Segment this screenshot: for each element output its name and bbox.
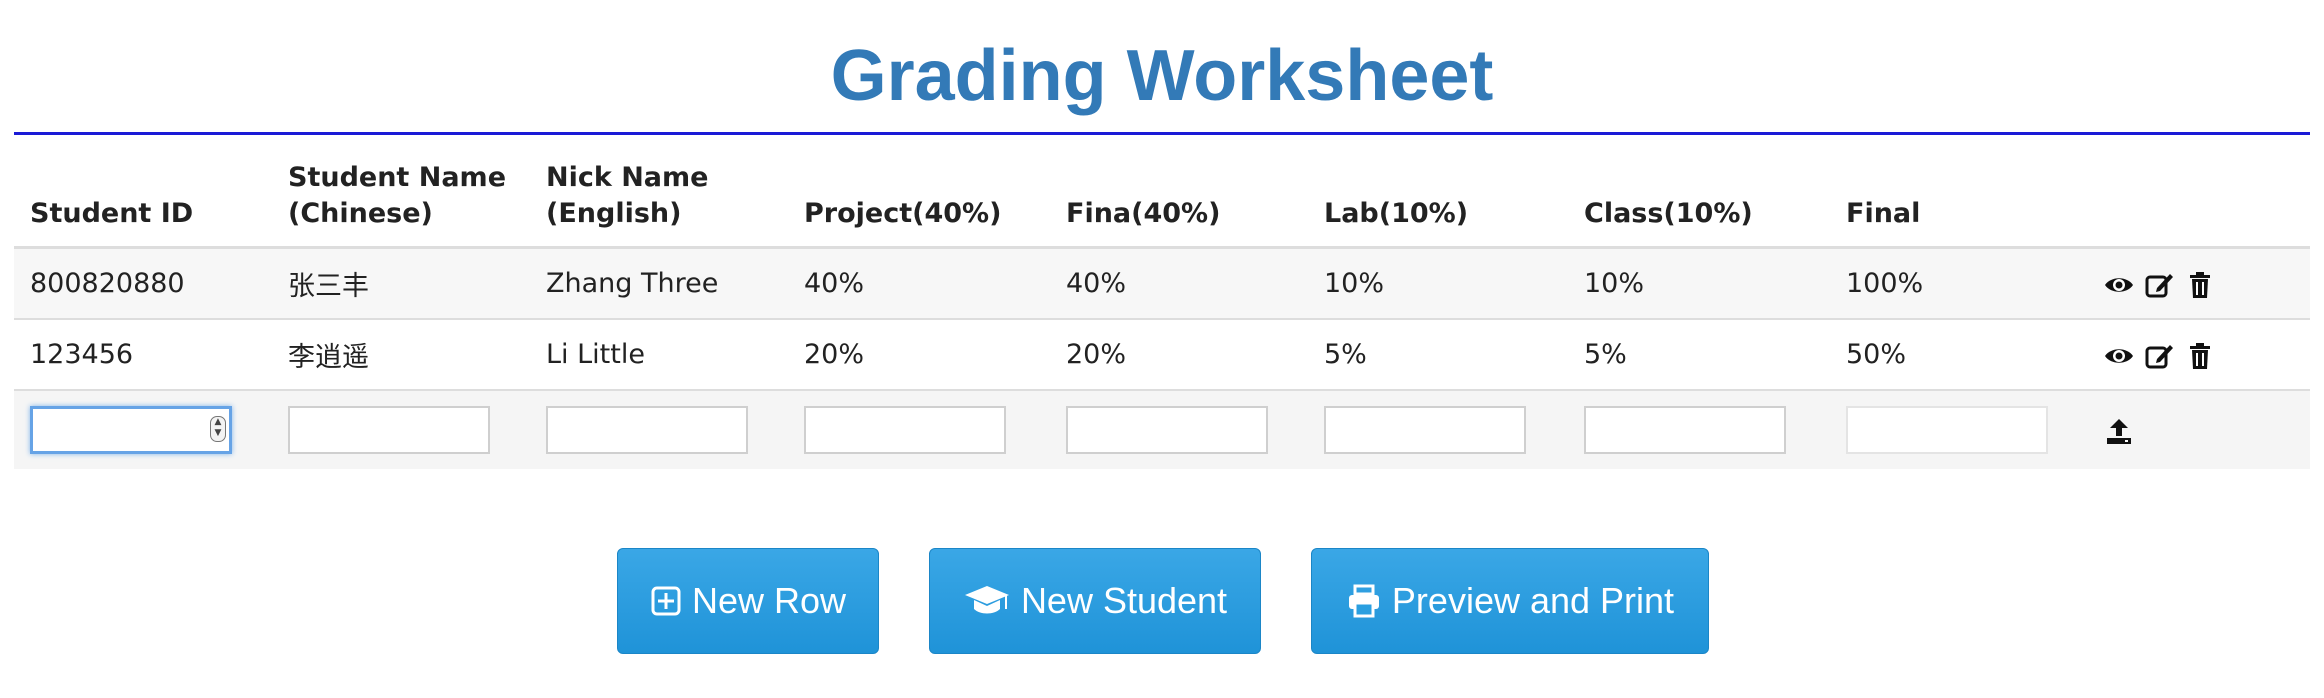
new-final-cell	[1830, 389, 2088, 469]
cell-final: 50%	[1830, 318, 2088, 390]
new-lab-cell	[1308, 389, 1568, 469]
nick-name-input[interactable]	[546, 406, 748, 454]
graduation-cap-icon	[964, 586, 1009, 614]
header-student-name: Student Name (Chinese)	[272, 138, 530, 249]
cell-nick-name: Li Little	[530, 318, 788, 390]
student-id-input-wrap: ▲ ▼	[30, 406, 232, 454]
final-input[interactable]	[1846, 406, 2048, 454]
cell-class: 10%	[1568, 246, 1830, 319]
trash-icon[interactable]	[2185, 342, 2215, 370]
new-final-exam-cell	[1050, 389, 1308, 469]
cell-student-id: 800820880	[14, 246, 272, 319]
new-row-button[interactable]: New Row	[617, 548, 879, 654]
new-class-cell	[1568, 389, 1830, 469]
cell-lab: 10%	[1308, 246, 1568, 319]
table-header-row: Student ID Student Name (Chinese) Nick Na…	[14, 138, 2310, 249]
final-exam-input[interactable]	[1066, 406, 1268, 454]
cell-nick-name: Zhang Three	[530, 246, 788, 319]
cell-final: 100%	[1830, 246, 2088, 319]
page-title: Grading Worksheet	[830, 36, 1494, 116]
project-input[interactable]	[804, 406, 1006, 454]
grades-table: Student ID Student Name (Chinese) Nick Na…	[14, 138, 2310, 469]
new-student-name-cell	[272, 389, 530, 469]
edit-icon[interactable]	[2145, 342, 2175, 370]
header-actions	[2088, 138, 2310, 249]
cell-final-exam: 40%	[1050, 246, 1308, 319]
header-final-exam: Fina(40%)	[1050, 138, 1308, 249]
new-student-label: New Student	[1020, 580, 1228, 621]
row-actions	[2088, 318, 2310, 390]
print-icon	[1348, 584, 1379, 618]
class-input[interactable]	[1584, 406, 1786, 454]
grading-worksheet-page: Grading Worksheet Student ID Student Nam…	[0, 0, 2324, 698]
cell-class: 5%	[1568, 318, 1830, 390]
eye-icon[interactable]	[2104, 342, 2134, 370]
cell-student-name: 李逍遥	[272, 318, 530, 390]
new-project-cell	[788, 389, 1050, 469]
header-lab: Lab(10%)	[1308, 138, 1568, 249]
header-nick-name: Nick Name (English)	[530, 138, 788, 249]
upload-icon[interactable]	[2104, 417, 2134, 445]
header-class: Class(10%)	[1568, 138, 1830, 249]
cell-student-id: 123456	[14, 318, 272, 390]
header-project: Project(40%)	[788, 138, 1050, 249]
eye-icon[interactable]	[2104, 271, 2134, 299]
header-final: Final	[1830, 138, 2088, 249]
edit-icon[interactable]	[2145, 271, 2175, 299]
cell-final-exam: 20%	[1050, 318, 1308, 390]
new-row-label: New Row	[691, 580, 847, 621]
header-student-id: Student ID	[14, 138, 272, 249]
number-spinner-icon[interactable]: ▲ ▼	[210, 416, 226, 442]
preview-print-label: Preview and Print	[1391, 580, 1675, 621]
cell-project: 20%	[788, 318, 1050, 390]
cell-lab: 5%	[1308, 318, 1568, 390]
lab-input[interactable]	[1324, 406, 1526, 454]
plus-square-icon	[651, 586, 681, 616]
student-id-input[interactable]	[30, 406, 232, 454]
cell-project: 40%	[788, 246, 1050, 319]
action-buttons: New Row New Student Preview and Print	[0, 548, 2324, 656]
trash-icon[interactable]	[2185, 271, 2215, 299]
new-student-button[interactable]: New Student	[929, 548, 1261, 654]
student-name-input[interactable]	[288, 406, 490, 454]
new-student-id-cell: ▲ ▼	[14, 389, 272, 469]
title-divider	[14, 132, 2310, 135]
row-actions	[2088, 246, 2310, 319]
new-row-actions	[2088, 389, 2310, 469]
new-nick-name-cell	[530, 389, 788, 469]
table-row: 800820880 张三丰 Zhang Three 40% 40% 10% 10…	[14, 246, 2310, 319]
preview-print-button[interactable]: Preview and Print	[1311, 548, 1709, 654]
cell-student-name: 张三丰	[272, 246, 530, 319]
new-entry-row: ▲ ▼	[14, 389, 2310, 469]
table-row: 123456 李逍遥 Li Little 20% 20% 5% 5% 50%	[14, 318, 2310, 390]
